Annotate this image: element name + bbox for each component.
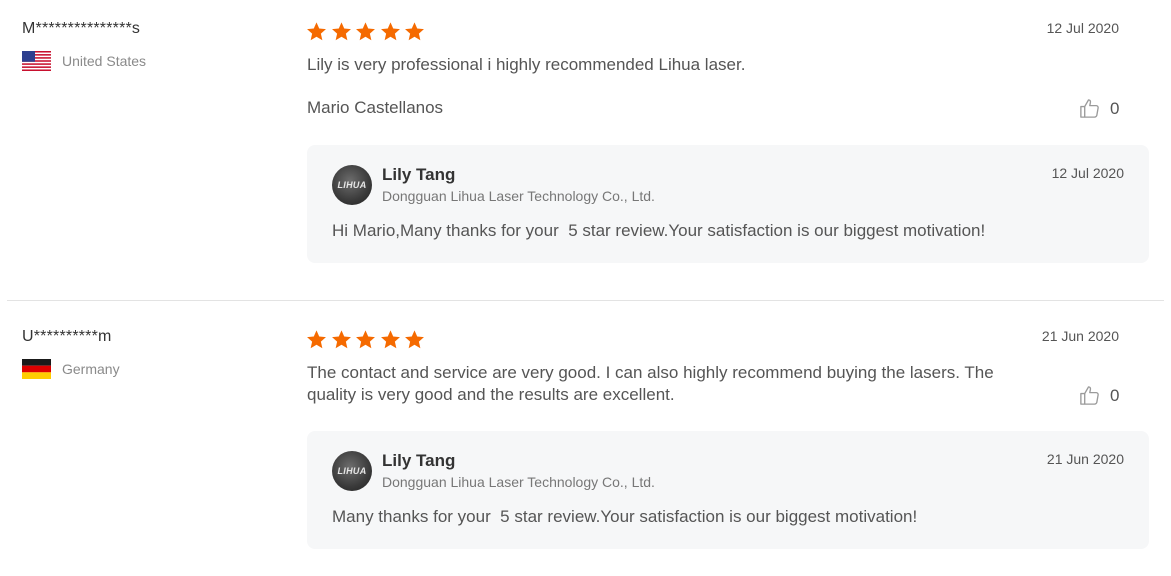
reply-text: Many thanks for your 5 star review.Your … [332,507,918,526]
review-text: The contact and service are very good. I… [307,363,994,404]
review-author: Mario Castellanos [307,98,444,117]
reviewer-country: Germany [22,359,120,379]
seller-reply: LIHUA Lily Tang Dongguan Lihua Laser Tec… [307,431,1149,549]
review-item: M***************s United States 12 Jul 2… [0,0,1171,300]
like-button[interactable]: 0 [1078,97,1119,120]
reply-date: 12 Jul 2020 [1051,165,1124,181]
reply-author-name: Lily Tang [382,451,456,470]
star-icon [331,330,351,349]
reviewer-name: U**********m [22,328,112,345]
like-count: 0 [1110,385,1120,405]
reply-company: Dongguan Lihua Laser Technology Co., Ltd… [382,474,655,490]
avatar: LIHUA [332,451,372,491]
us-flag-icon [22,51,51,71]
reviewer-name: M***************s [22,20,141,37]
star-icon [356,22,375,41]
star-icon [356,330,375,349]
star-icon [405,330,424,349]
like-button[interactable]: 0 [1078,384,1119,407]
thumbs-up-icon [1080,386,1099,405]
star-icon [380,22,400,41]
rating-stars [306,21,429,42]
star-icon [331,22,351,41]
germany-flag-icon [22,359,51,379]
like-count: 0 [1110,98,1120,118]
star-icon [380,330,400,349]
reply-text: Hi Mario,Many thanks for your 5 star rev… [332,221,986,240]
country-name: Germany [62,361,120,377]
reply-date: 21 Jun 2020 [1046,451,1124,467]
review-item: U**********m Germany 21 Jun 2020 The con… [0,301,1171,576]
reply-author-name: Lily Tang [382,165,456,184]
thumbs-up-icon [1080,99,1099,118]
star-icon [307,330,326,349]
country-name: United States [62,53,147,69]
review-date: 12 Jul 2020 [1046,20,1119,36]
review-date: 21 Jun 2020 [1041,328,1119,344]
reviewer-country: United States [22,51,146,71]
avatar: LIHUA [332,165,372,205]
seller-reply: LIHUA Lily Tang Dongguan Lihua Laser Tec… [307,145,1149,263]
reply-company: Dongguan Lihua Laser Technology Co., Ltd… [382,188,655,204]
star-icon [307,22,326,41]
company-logo: LIHUA [337,180,367,190]
rating-stars [306,329,429,350]
company-logo: LIHUA [337,466,367,476]
star-icon [405,22,424,41]
review-text: Lily is very professional i highly recom… [307,55,746,74]
